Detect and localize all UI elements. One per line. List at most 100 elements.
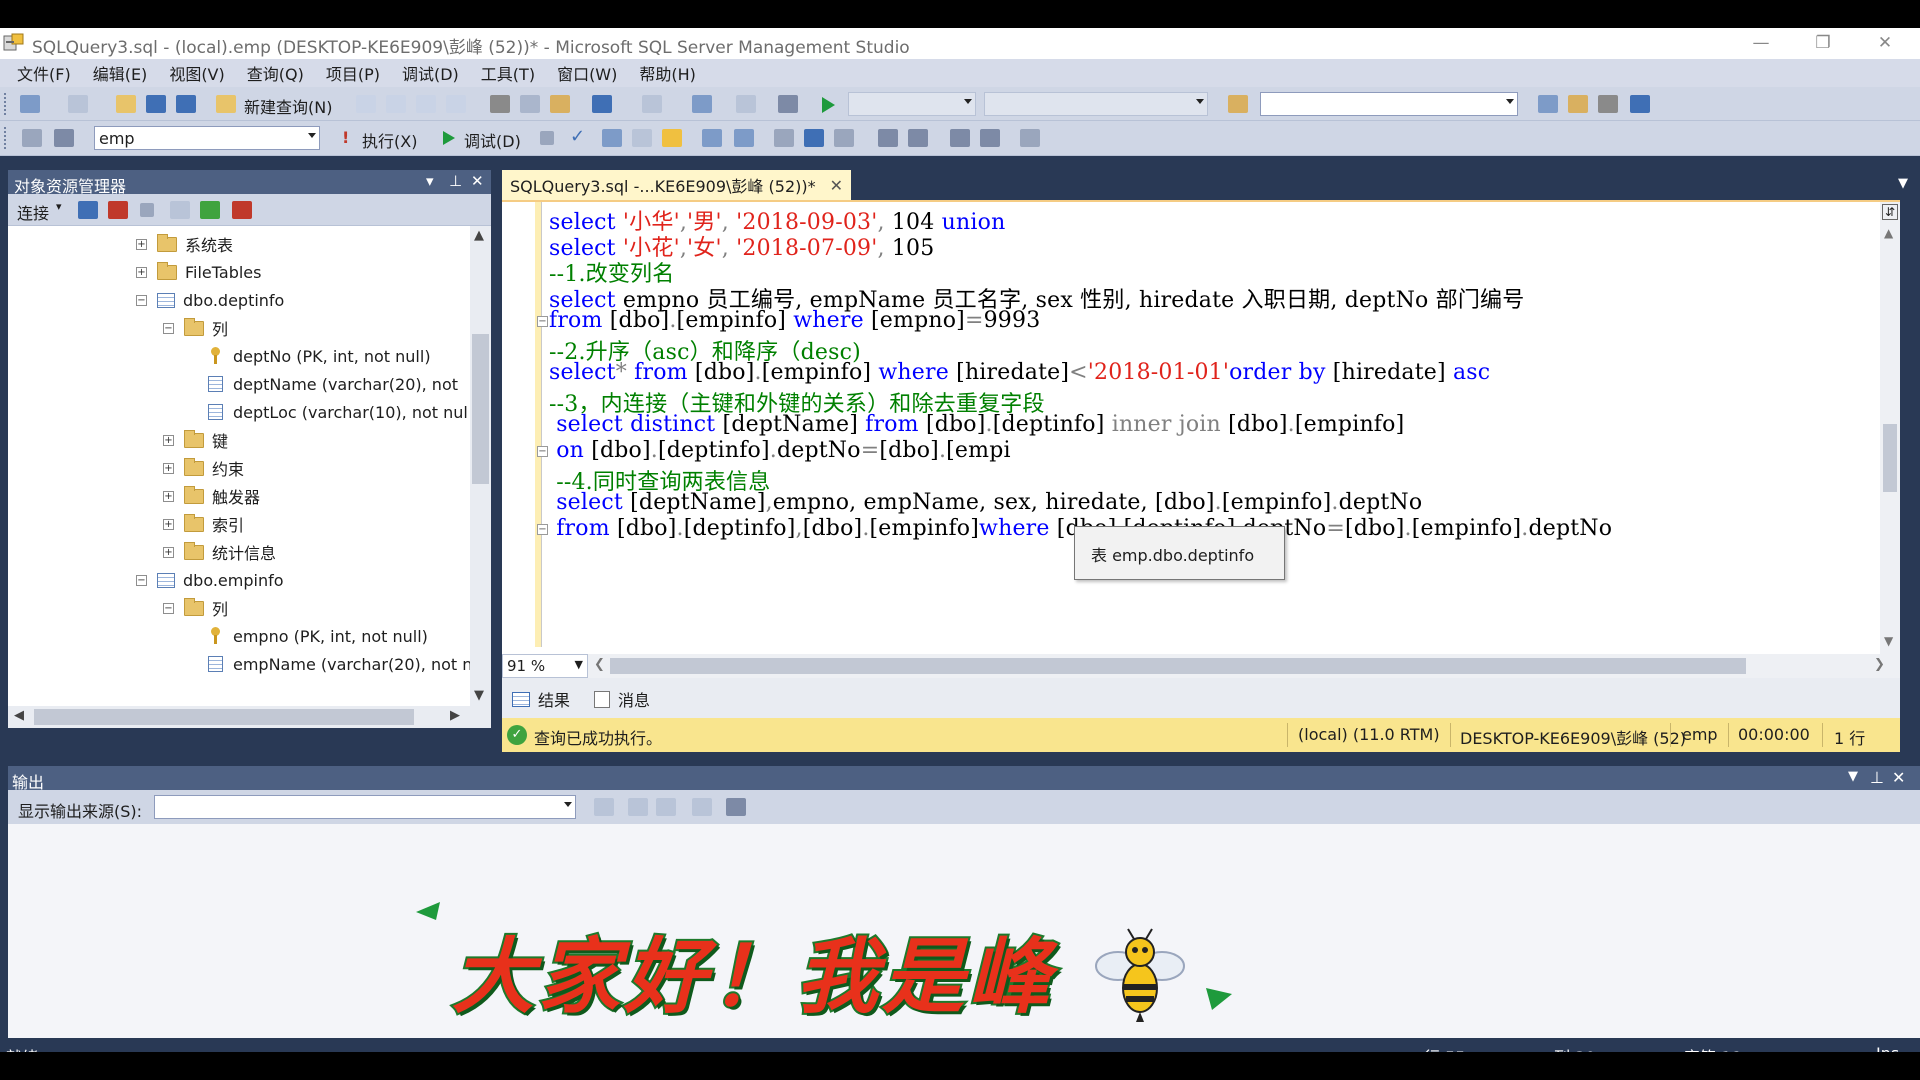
- db-engine-query-icon[interactable]: [356, 95, 376, 113]
- zoom-select[interactable]: 91 % ▼: [502, 654, 588, 678]
- save-all-icon[interactable]: [176, 95, 196, 113]
- activity-monitor-icon[interactable]: [778, 95, 798, 113]
- scroll-right-icon[interactable]: ❯: [1874, 657, 1885, 672]
- tree-node[interactable]: deptLoc (varchar(10), not nul: [208, 398, 468, 426]
- specify-values-icon[interactable]: [1020, 129, 1040, 147]
- grid-results-icon[interactable]: [804, 129, 824, 147]
- activity-icon[interactable]: [232, 201, 252, 219]
- menu-help[interactable]: 帮助(H): [628, 61, 707, 85]
- tree-node[interactable]: − dbo.empinfo: [136, 566, 284, 594]
- start-icon[interactable]: [820, 96, 836, 114]
- dropdown-icon[interactable]: ▼: [1848, 769, 1858, 784]
- scroll-up-icon[interactable]: ▲: [1884, 226, 1893, 240]
- tree-node[interactable]: − dbo.deptinfo: [136, 286, 284, 314]
- copy-icon[interactable]: [520, 95, 540, 113]
- tree-node[interactable]: + 键: [163, 426, 228, 454]
- find-icon[interactable]: [736, 95, 756, 113]
- word-wrap-icon[interactable]: [726, 798, 746, 816]
- hscroll-thumb[interactable]: [34, 709, 414, 725]
- output-source-select[interactable]: [154, 795, 576, 819]
- expand-icon[interactable]: +: [163, 546, 174, 558]
- connect-server-icon[interactable]: [78, 201, 98, 219]
- object-explorer-vscroll[interactable]: ▲ ▼: [470, 226, 491, 706]
- dropdown-icon[interactable]: ▾: [426, 172, 434, 190]
- redo-icon[interactable]: [642, 95, 662, 113]
- results-to-text-icon[interactable]: [702, 129, 722, 147]
- tree-node[interactable]: deptNo (PK, int, not null): [208, 342, 431, 370]
- menu-debug[interactable]: 调试(D): [391, 61, 470, 85]
- tree-node[interactable]: empno (PK, int, not null): [208, 622, 428, 650]
- undo-icon[interactable]: [592, 95, 612, 113]
- display-plan-icon[interactable]: [602, 129, 622, 147]
- decrease-indent-icon[interactable]: [950, 129, 970, 147]
- connect-icon[interactable]: [22, 129, 42, 147]
- sql-editor[interactable]: − − − select '小华','男', '2018-09-03', 104…: [502, 200, 1900, 656]
- expand-icon[interactable]: +: [136, 266, 147, 278]
- filter-icon[interactable]: [170, 201, 190, 219]
- scroll-left-icon[interactable]: ❮: [594, 657, 605, 672]
- change-connection-icon[interactable]: [54, 129, 74, 147]
- file-results-icon[interactable]: [834, 129, 854, 147]
- scroll-up-icon[interactable]: ▲: [474, 228, 484, 243]
- new-project-icon[interactable]: [20, 95, 40, 113]
- expand-icon[interactable]: +: [163, 462, 174, 474]
- disconnect-icon[interactable]: [108, 201, 128, 219]
- collapse-icon[interactable]: −: [136, 294, 147, 306]
- clear-all-icon[interactable]: [692, 798, 712, 816]
- tree-node[interactable]: − 列: [163, 594, 228, 622]
- tab-messages[interactable]: 消息: [594, 684, 650, 714]
- close-panel-icon[interactable]: ✕: [471, 172, 484, 190]
- include-plan-icon[interactable]: [662, 129, 682, 147]
- connect-button[interactable]: 连接: [17, 200, 49, 224]
- properties-icon[interactable]: [1598, 95, 1618, 113]
- menu-project[interactable]: 项目(P): [315, 61, 391, 85]
- menu-query[interactable]: 查询(Q): [236, 61, 315, 85]
- analysis-query-icon[interactable]: [386, 95, 406, 113]
- uncomment-icon[interactable]: [908, 129, 928, 147]
- stop-icon[interactable]: [140, 203, 154, 217]
- tab-list-dropdown-icon[interactable]: ▼: [1898, 176, 1908, 191]
- query-designer-icon[interactable]: [632, 129, 652, 147]
- registered-servers-icon[interactable]: [1538, 95, 1558, 113]
- close-tab-icon[interactable]: ✕: [830, 176, 843, 195]
- previous-message-icon[interactable]: [628, 798, 648, 816]
- fold-toggle-icon[interactable]: −: [537, 524, 548, 535]
- tree-node[interactable]: + 约束: [163, 454, 244, 482]
- solution-config-select[interactable]: [848, 92, 976, 116]
- add-item-icon[interactable]: [68, 95, 88, 113]
- scroll-right-icon[interactable]: ▶: [450, 708, 460, 723]
- tab-results[interactable]: 结果: [512, 684, 570, 714]
- menu-tools[interactable]: 工具(T): [470, 61, 546, 85]
- toolbox-icon[interactable]: [1630, 95, 1650, 113]
- next-message-icon[interactable]: [656, 798, 676, 816]
- dmx-query-icon[interactable]: [446, 95, 466, 113]
- new-query-button[interactable]: 新建查询(N): [244, 94, 332, 118]
- restore-button[interactable]: ❐: [1800, 28, 1846, 58]
- split-icon[interactable]: ⇵: [1882, 204, 1898, 220]
- collapse-icon[interactable]: −: [163, 322, 174, 334]
- tree-node[interactable]: deptName (varchar(20), not: [208, 370, 458, 398]
- pin-icon[interactable]: ⊥: [449, 172, 462, 190]
- expand-icon[interactable]: +: [163, 490, 174, 502]
- tree-node[interactable]: + 统计信息: [163, 538, 276, 566]
- menu-view[interactable]: 视图(V): [158, 61, 235, 85]
- mdx-query-icon[interactable]: [416, 95, 436, 113]
- parse-icon[interactable]: ✓: [570, 126, 585, 147]
- expand-icon[interactable]: +: [163, 518, 174, 530]
- database-select[interactable]: emp: [94, 126, 320, 150]
- execute-icon[interactable]: !: [342, 128, 349, 147]
- fold-toggle-icon[interactable]: −: [537, 446, 548, 457]
- find-combo[interactable]: [1260, 92, 1518, 116]
- debug-button[interactable]: 调试(D): [464, 128, 521, 152]
- scroll-left-icon[interactable]: ◀: [14, 708, 24, 723]
- results-to-grid-icon[interactable]: [734, 129, 754, 147]
- tree-node[interactable]: + 系统表: [136, 230, 233, 258]
- save-icon[interactable]: [146, 95, 166, 113]
- execute-button[interactable]: 执行(X): [362, 128, 417, 152]
- scroll-thumb[interactable]: [1883, 424, 1897, 492]
- find-in-files-icon[interactable]: [1228, 95, 1248, 113]
- menu-edit[interactable]: 编辑(E): [82, 61, 159, 85]
- tree-node[interactable]: + FileTables: [136, 258, 261, 286]
- collapse-icon[interactable]: −: [163, 602, 174, 614]
- paste-icon[interactable]: [550, 95, 570, 113]
